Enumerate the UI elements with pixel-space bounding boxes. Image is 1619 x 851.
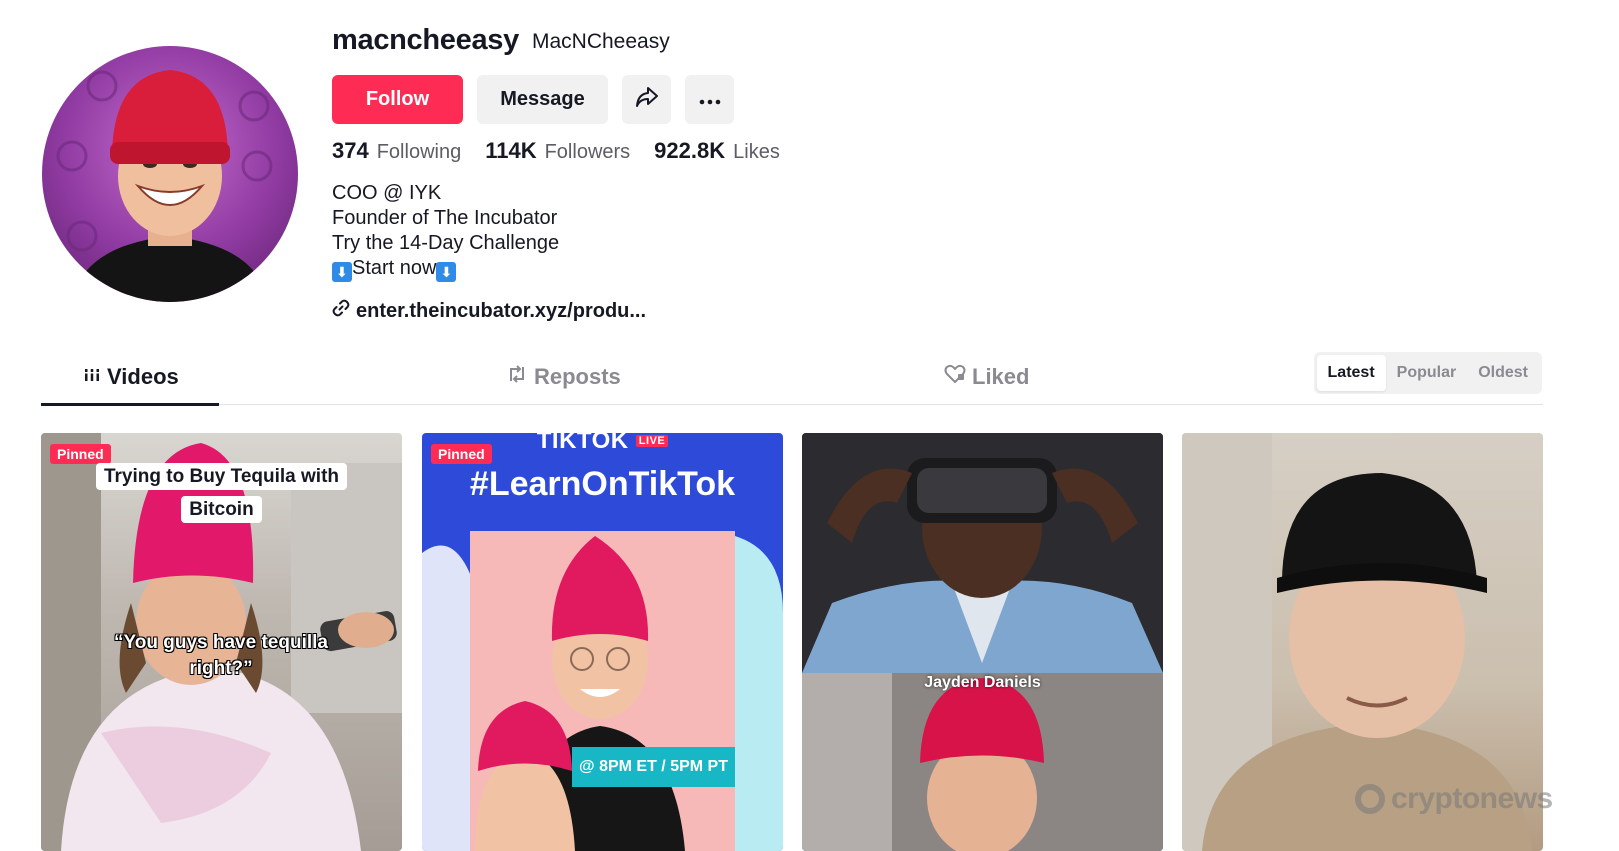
follow-button[interactable]: Follow: [332, 75, 463, 124]
videos-grid-icon: [83, 364, 107, 390]
cryptonews-logo-icon: [1355, 784, 1385, 814]
following-stat[interactable]: 374 Following: [332, 138, 461, 164]
share-icon: [635, 86, 659, 114]
tab-videos[interactable]: Videos: [83, 352, 179, 402]
tab-liked-label: Liked: [972, 364, 1030, 389]
tab-liked[interactable]: Liked: [944, 352, 1029, 402]
bio-line: COO @ IYK: [332, 182, 442, 204]
likes-count: 922.8K: [654, 138, 726, 163]
video-1-caption-line2: Bitcoin: [181, 496, 262, 523]
sort-switcher: Latest Popular Oldest: [1313, 352, 1542, 394]
down-arrow-icon: ⬇: [332, 262, 352, 282]
video-card-3[interactable]: Jayden Daniels: [802, 433, 1163, 851]
tiktok-wordmark: TIKTOK: [536, 433, 629, 454]
link-icon: [332, 299, 356, 323]
liked-heart-icon: [944, 364, 972, 390]
followers-stat[interactable]: 114K Followers: [485, 138, 630, 164]
more-options-button[interactable]: [685, 75, 734, 124]
video-2-time: @ 8PM ET / 5PM PT: [572, 747, 735, 787]
profile-nickname: MacNCheeasy: [532, 30, 670, 53]
likes-stat: 922.8K Likes: [654, 138, 780, 164]
pinned-badge: Pinned: [431, 444, 492, 464]
bio-line: Try the 14-Day Challenge: [332, 232, 560, 254]
more-icon: [699, 88, 721, 111]
video-card-2[interactable]: TIKTOK LIVE #LearnOnTikTok @ 8PM ET / 5P…: [422, 433, 783, 851]
profile-tabs: Videos Reposts Liked Latest Popular Olde…: [41, 352, 1543, 406]
video-3-overlay-name: Jayden Daniels: [924, 674, 1041, 691]
live-badge: LIVE: [635, 435, 669, 447]
down-arrow-icon: ⬇: [436, 262, 457, 282]
tab-reposts[interactable]: Reposts: [506, 352, 621, 402]
video-1-caption-line1: Trying to Buy Tequila with: [95, 463, 348, 490]
followers-label: Followers: [544, 141, 631, 163]
sort-latest[interactable]: Latest: [1316, 355, 1386, 391]
bio-line-start-now: ⬇ Start now ⬇: [332, 256, 559, 282]
tab-reposts-label: Reposts: [534, 364, 621, 389]
video-2-hashtag: #LearnOnTikTok: [469, 465, 736, 503]
video-1-caption: Trying to Buy Tequila with Bitcoin: [41, 460, 402, 526]
sort-popular[interactable]: Popular: [1386, 355, 1468, 391]
video-1-quote: “You guys have tequilla right?”: [114, 632, 328, 679]
video-3-thumbnail: [802, 433, 1163, 851]
followers-count: 114K: [485, 138, 537, 163]
bio-line: Founder of The Incubator: [332, 207, 558, 229]
following-count: 374: [332, 138, 369, 163]
profile-username: macncheeasy: [332, 24, 519, 56]
following-label: Following: [376, 141, 462, 163]
profile-avatar[interactable]: [42, 46, 298, 302]
message-button[interactable]: Message: [477, 75, 608, 124]
tiktok-profile-page: macncheeasy MacNCheeasy Follow Message 3…: [0, 0, 1619, 851]
likes-label: Likes: [733, 141, 780, 163]
share-button[interactable]: [622, 75, 671, 124]
watermark-text: cryptonews: [1391, 782, 1553, 815]
tab-videos-label: Videos: [107, 364, 179, 389]
profile-stats: 374 Following 114K Followers 922.8K Like…: [332, 138, 804, 164]
active-tab-indicator: [41, 403, 219, 406]
video-2-photo-card: [470, 531, 735, 851]
video-card-1[interactable]: Pinned Trying to Buy Tequila with Bitcoi…: [41, 433, 402, 851]
cryptonews-watermark: cryptonews: [1355, 782, 1553, 816]
repost-icon: [506, 364, 534, 390]
sort-oldest[interactable]: Oldest: [1467, 355, 1539, 391]
bio-start-now-text: Start now: [352, 257, 437, 279]
profile-bio: COO @ IYK Founder of The Incubator Try t…: [332, 181, 559, 282]
profile-link[interactable]: enter.theincubator.xyz/produ...: [332, 299, 646, 323]
profile-link-text: enter.theincubator.xyz/produ...: [356, 299, 647, 322]
